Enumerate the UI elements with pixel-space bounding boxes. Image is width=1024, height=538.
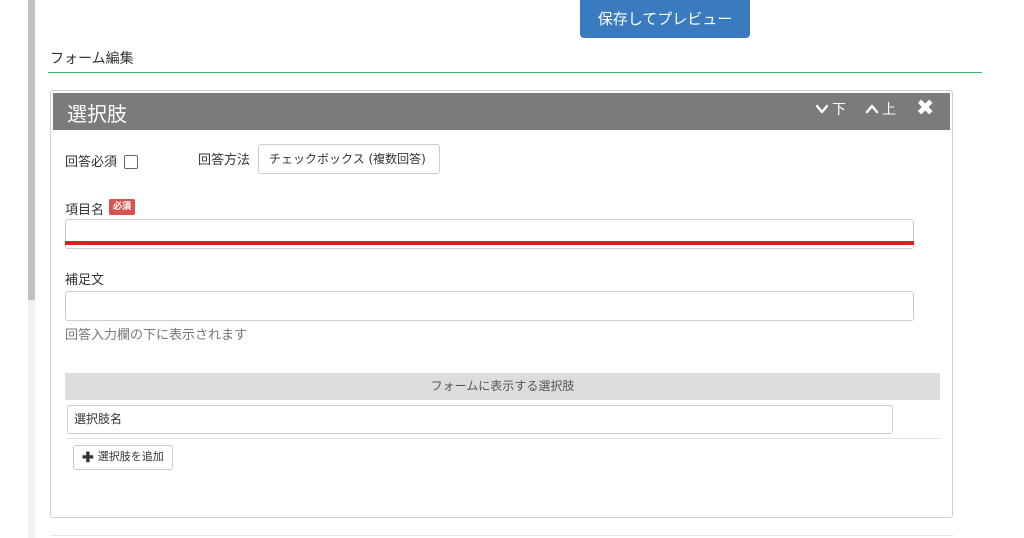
add-choice-label: 選択肢を追加 xyxy=(97,451,164,463)
panel-header: 選択肢 下 上 ✖ xyxy=(53,93,950,130)
plus-icon: ✚ xyxy=(82,449,94,465)
answer-method-select[interactable]: チェックボックス (複数回答) xyxy=(258,144,440,174)
choices-section-header: フォームに表示する選択肢 xyxy=(65,373,940,400)
close-icon[interactable]: ✖ xyxy=(916,96,934,121)
choice-question-panel: 選択肢 下 上 ✖ 回答必須 回答方法 チェックボックス (複数回答) 項目名 … xyxy=(50,90,953,518)
supplement-help-text: 回答入力欄の下に表示されます xyxy=(65,328,248,343)
add-choice-button[interactable]: ✚ 選択肢を追加 xyxy=(73,445,173,470)
required-label: 回答必須 xyxy=(65,155,118,170)
supplement-input[interactable] xyxy=(65,291,914,321)
panel-title: 選択肢 xyxy=(67,102,127,126)
chevron-down-icon xyxy=(815,104,829,114)
required-badge: 必須 xyxy=(109,199,136,215)
heading-divider xyxy=(48,72,982,73)
answer-method-label: 回答方法 xyxy=(198,153,251,168)
supplement-label: 補足文 xyxy=(65,273,105,288)
validation-error-underline xyxy=(65,241,914,245)
move-up-button[interactable]: 上 xyxy=(865,99,896,119)
move-up-label: 上 xyxy=(882,102,896,118)
chevron-up-icon xyxy=(865,104,879,114)
left-scrollbar[interactable] xyxy=(28,0,35,538)
move-down-label: 下 xyxy=(832,102,846,118)
scrollbar-thumb[interactable] xyxy=(28,0,35,300)
choice-name-input[interactable]: 選択肢名 xyxy=(67,405,893,434)
bottom-divider xyxy=(50,535,953,536)
form-edit-heading: フォーム編集 xyxy=(50,51,134,67)
move-down-button[interactable]: 下 xyxy=(815,99,846,119)
choices-divider xyxy=(67,438,940,439)
item-name-label: 項目名 xyxy=(65,203,105,218)
save-preview-button[interactable]: 保存してプレビュー xyxy=(580,0,750,38)
required-checkbox[interactable] xyxy=(124,155,138,169)
